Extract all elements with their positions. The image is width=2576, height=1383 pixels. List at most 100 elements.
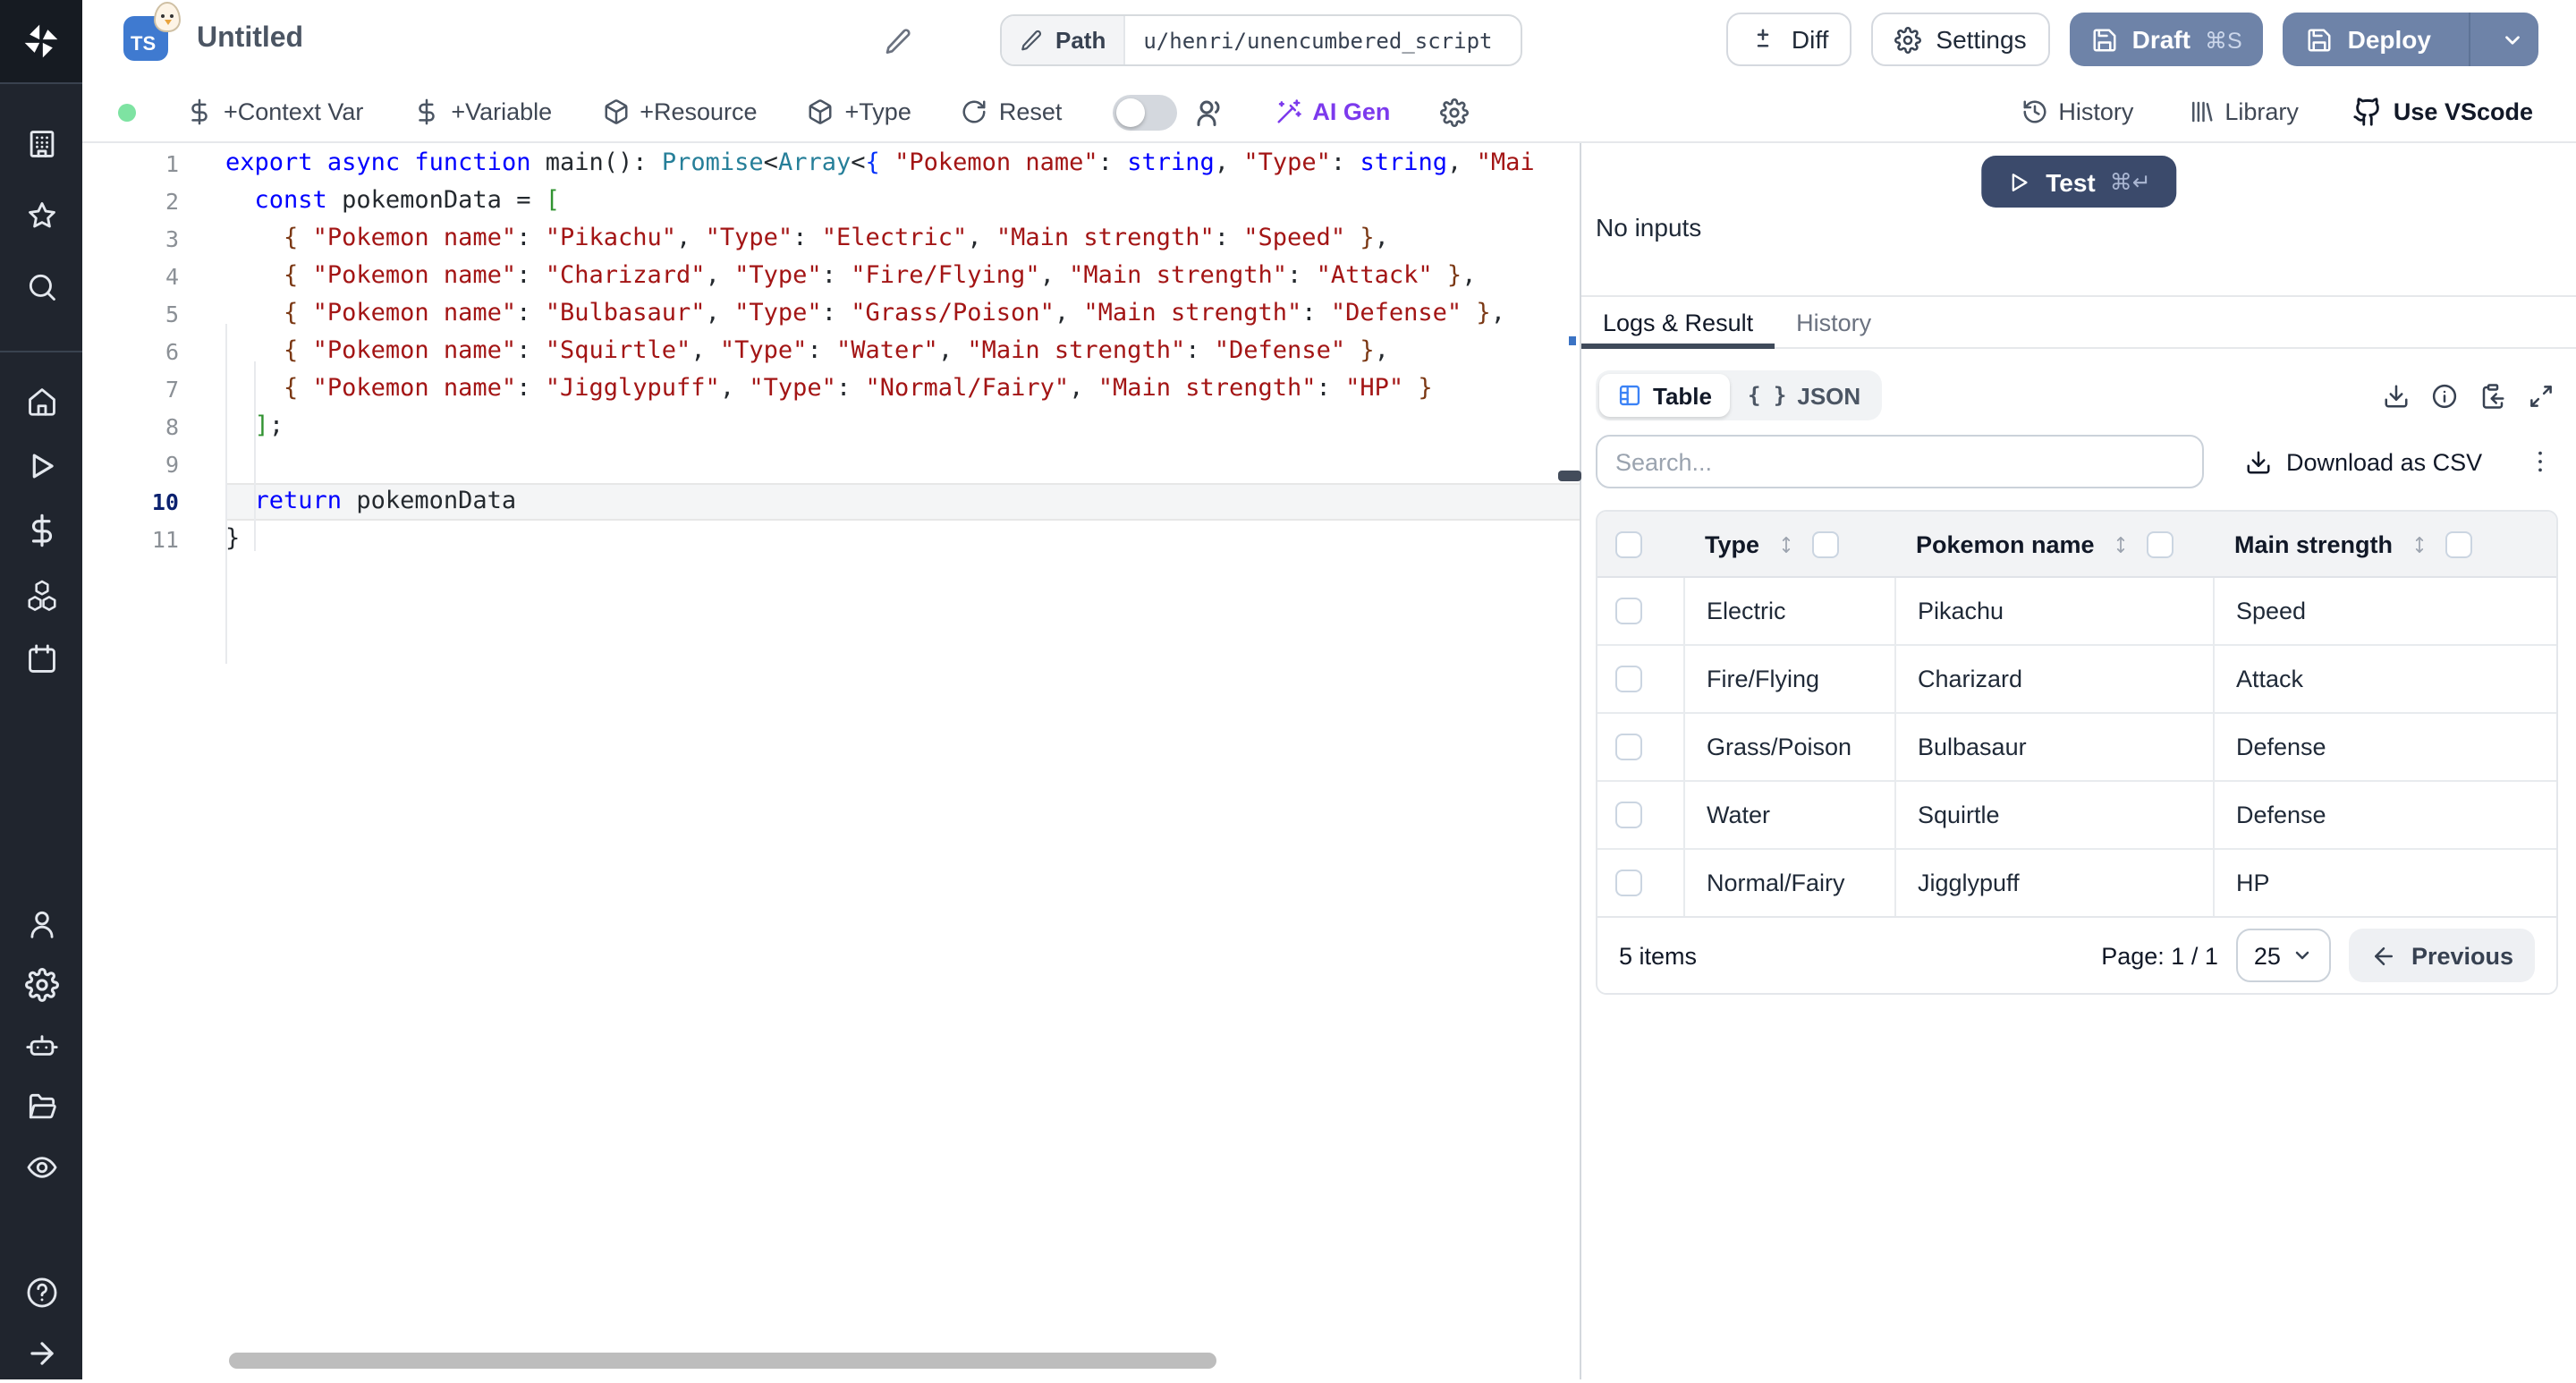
more-options-icon[interactable]: [2526, 447, 2555, 476]
path-field[interactable]: Path u/henri/unencumbered_script: [1000, 14, 1522, 66]
column-filter-toggle[interactable]: [2445, 530, 2471, 557]
add-variable-label: +Variable: [451, 98, 552, 125]
expand-icon[interactable]: [2528, 382, 2555, 409]
test-button[interactable]: Test ⌘↵: [1981, 156, 2175, 208]
sidebar-item-variables[interactable]: [0, 497, 82, 562]
code-editor[interactable]: 1export async function main(): Promise<A…: [82, 143, 1580, 1379]
dollar-icon: [24, 513, 58, 547]
sidebar-item-runs[interactable]: [0, 433, 82, 497]
add-context-var-label: +Context Var: [224, 98, 363, 125]
sidebar-item-folders[interactable]: [0, 1075, 82, 1136]
table-row[interactable]: Normal/FairyJigglypuffHP: [1597, 850, 2556, 916]
add-type-label: +Type: [845, 98, 911, 125]
library-label: Library: [2224, 98, 2299, 125]
code-line-7[interactable]: 7 { "Pokemon name": "Jigglypuff", "Type"…: [82, 370, 1580, 408]
row-checkbox[interactable]: [1615, 734, 1642, 760]
row-checkbox[interactable]: [1615, 870, 1642, 896]
sidebar-item-settings[interactable]: [0, 954, 82, 1014]
main-area: TS Untitled Path u/henri/unencumbered_sc…: [82, 0, 2576, 1379]
edit-title-icon[interactable]: [884, 27, 912, 55]
diff-button[interactable]: Diff: [1727, 13, 1852, 66]
sidebar-item-audit-logs[interactable]: [0, 1136, 82, 1197]
ai-gen-button[interactable]: AI Gen: [1275, 98, 1390, 125]
line-number: 3: [82, 225, 225, 252]
view-json-button[interactable]: { } JSON: [1730, 374, 1878, 417]
sidebar-item-schedules[interactable]: [0, 626, 82, 691]
code-text: return pokemonData: [225, 483, 1580, 521]
column-filter-toggle[interactable]: [2147, 530, 2174, 557]
add-type-button[interactable]: +Type: [808, 98, 911, 125]
deploy-dropdown-button[interactable]: [2485, 13, 2538, 66]
test-shortcut: ⌘↵: [2110, 168, 2151, 195]
calendar-icon: [24, 641, 58, 675]
draft-button[interactable]: Draft ⌘S: [2070, 13, 2264, 66]
copy-to-clipboard-icon[interactable]: [2479, 382, 2506, 409]
add-variable-button[interactable]: +Variable: [413, 98, 552, 125]
table-cell: Pikachu: [1894, 578, 2213, 644]
table-row[interactable]: Fire/FlyingCharizardAttack: [1597, 646, 2556, 714]
panel-resize-handle[interactable]: [1558, 471, 1581, 481]
settings-button[interactable]: Settings: [1871, 13, 2049, 66]
history-button[interactable]: History: [2021, 98, 2133, 125]
download-icon[interactable]: [2383, 382, 2410, 409]
code-line-11[interactable]: 11}: [82, 521, 1580, 558]
table-row[interactable]: WaterSquirtleDefense: [1597, 782, 2556, 850]
table-row[interactable]: ElectricPikachuSpeed: [1597, 578, 2556, 646]
view-table-button[interactable]: Table: [1599, 374, 1730, 417]
search-input[interactable]: [1596, 435, 2204, 488]
column-label: Main strength: [2234, 530, 2393, 557]
deploy-button[interactable]: Deploy: [2284, 13, 2538, 66]
app-logo[interactable]: [0, 0, 82, 82]
table-row[interactable]: Grass/PoisonBulbasaurDefense: [1597, 714, 2556, 782]
code-line-1[interactable]: 1export async function main(): Promise<A…: [82, 145, 1580, 182]
code-line-3[interactable]: 3 { "Pokemon name": "Pikachu", "Type": "…: [82, 220, 1580, 258]
sidebar-item-workspace[interactable]: [0, 107, 82, 179]
info-icon[interactable]: [2431, 382, 2458, 409]
add-context-var-button[interactable]: +Context Var: [186, 98, 363, 125]
sidebar-item-expand-sidebar[interactable]: [0, 1322, 82, 1383]
sidebar-item-home[interactable]: [0, 369, 82, 433]
code-line-8[interactable]: 8 ];: [82, 408, 1580, 445]
code-line-4[interactable]: 4 { "Pokemon name": "Charizard", "Type":…: [82, 258, 1580, 295]
github-icon: [2352, 97, 2383, 127]
horizontal-scrollbar[interactable]: [229, 1353, 1216, 1369]
user-icon: [24, 906, 58, 940]
search-icon: [24, 269, 58, 303]
line-number: 1: [82, 150, 225, 177]
sort-icon[interactable]: [1774, 532, 1797, 556]
add-resource-button[interactable]: +Resource: [602, 98, 757, 125]
column-label: Type: [1705, 530, 1759, 557]
sidebar-item-users[interactable]: [0, 893, 82, 954]
code-line-9[interactable]: 9: [82, 445, 1580, 483]
sidebar-item-search[interactable]: [0, 250, 82, 322]
editor-settings-icon[interactable]: [1440, 98, 1469, 126]
sidebar-item-favorites[interactable]: [0, 179, 82, 250]
code-line-5[interactable]: 5 { "Pokemon name": "Bulbasaur", "Type":…: [82, 295, 1580, 333]
row-checkbox[interactable]: [1615, 598, 1642, 624]
code-line-10[interactable]: 10 return pokemonData: [82, 483, 1580, 521]
download-csv-button[interactable]: Download as CSV: [2245, 448, 2482, 475]
code-line-2[interactable]: 2 const pokemonData = [: [82, 182, 1580, 220]
library-button[interactable]: Library: [2187, 98, 2299, 125]
previous-page-button[interactable]: Previous: [2349, 929, 2535, 982]
select-all-checkbox[interactable]: [1615, 530, 1642, 557]
deploy-main[interactable]: Deploy: [2284, 13, 2454, 66]
column-filter-toggle[interactable]: [1811, 530, 1838, 557]
multiplayer-toggle[interactable]: [1112, 94, 1176, 130]
sort-icon[interactable]: [2407, 532, 2430, 556]
reset-button[interactable]: Reset: [962, 98, 1063, 125]
code-line-6[interactable]: 6 { "Pokemon name": "Squirtle", "Type": …: [82, 333, 1580, 370]
wand-icon: [1275, 98, 1301, 125]
sidebar-item-help[interactable]: [0, 1261, 82, 1322]
tab-logs-result[interactable]: Logs & Result: [1581, 297, 1775, 347]
draft-shortcut: ⌘S: [2205, 26, 2242, 53]
tab-history[interactable]: History: [1775, 297, 1893, 347]
row-checkbox[interactable]: [1615, 666, 1642, 692]
row-checkbox[interactable]: [1615, 802, 1642, 828]
sidebar-item-resources[interactable]: [0, 562, 82, 626]
use-vscode-button[interactable]: Use VScode: [2352, 97, 2533, 127]
sort-icon[interactable]: [2109, 532, 2132, 556]
chick-badge-icon: [154, 2, 181, 32]
page-size-select[interactable]: 25: [2236, 929, 2331, 982]
sidebar-item-workers[interactable]: [0, 1014, 82, 1075]
